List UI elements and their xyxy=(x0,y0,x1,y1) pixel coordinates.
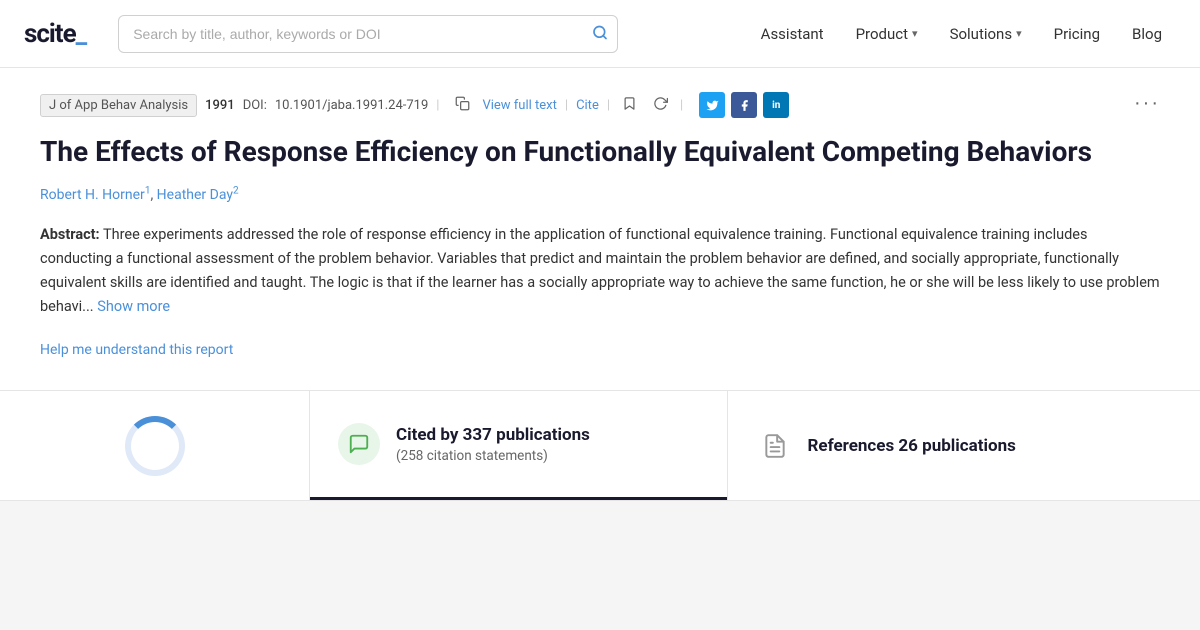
more-options-button[interactable]: ··· xyxy=(1134,92,1160,115)
author-1-link[interactable]: Robert H. Horner1 xyxy=(40,187,150,203)
references-panel[interactable]: References 26 publications xyxy=(728,391,1200,500)
bookmark-icon[interactable] xyxy=(618,94,641,116)
loading-panel xyxy=(0,391,310,500)
nav-item-product[interactable]: Product ▾ xyxy=(842,17,932,51)
nav-links: Assistant Product ▾ Solutions ▾ Pricing … xyxy=(747,17,1176,51)
document-icon xyxy=(756,427,794,465)
cited-content: Cited by 337 publications (258 citation … xyxy=(310,391,727,497)
references-title: References 26 publications xyxy=(808,436,1016,456)
chat-icon-circle xyxy=(338,423,380,465)
product-chevron-icon: ▾ xyxy=(912,27,918,40)
cite-link[interactable]: Cite xyxy=(576,98,599,113)
social-icons: in xyxy=(699,92,789,118)
doi-label: DOI: xyxy=(243,98,267,113)
paper-title: The Effects of Response Efficiency on Fu… xyxy=(40,134,1160,170)
show-more-link[interactable]: Show more xyxy=(97,298,170,315)
abstract: Abstract: Three experiments addressed th… xyxy=(40,223,1160,319)
author-2-link[interactable]: Heather Day2 xyxy=(157,187,239,203)
chat-icon xyxy=(348,433,370,455)
twitter-share-button[interactable] xyxy=(699,92,725,118)
year: 1991 xyxy=(205,98,235,113)
abstract-label: Abstract: xyxy=(40,226,100,243)
doi-value: 10.1901/jaba.1991.24-719 xyxy=(275,98,428,113)
search-input[interactable] xyxy=(118,15,618,53)
nav-item-solutions[interactable]: Solutions ▾ xyxy=(936,17,1036,51)
authors: Robert H. Horner1, Heather Day2 xyxy=(40,184,1160,203)
linkedin-share-button[interactable]: in xyxy=(763,92,789,118)
separator-4: | xyxy=(680,98,683,113)
solutions-chevron-icon: ▾ xyxy=(1016,27,1022,40)
nav-item-assistant[interactable]: Assistant xyxy=(747,17,838,51)
separator-1: | xyxy=(436,98,439,113)
citation-statements: (258 citation statements) xyxy=(396,448,590,464)
help-link[interactable]: Help me understand this report xyxy=(40,342,233,358)
loading-spinner xyxy=(125,416,185,476)
copy-icon[interactable] xyxy=(451,94,474,116)
cited-by-panel[interactable]: Cited by 337 publications (258 citation … xyxy=(310,391,728,500)
facebook-share-button[interactable] xyxy=(731,92,757,118)
view-full-text-link[interactable]: View full text xyxy=(482,98,556,113)
cited-text-block: Cited by 337 publications (258 citation … xyxy=(396,424,590,464)
main-content: ··· J of App Behav Analysis 1991 DOI: 10… xyxy=(0,68,1200,501)
meta-icons xyxy=(451,94,474,116)
search-button[interactable] xyxy=(592,24,608,43)
separator-2: | xyxy=(565,98,568,113)
separator-3: | xyxy=(607,98,610,113)
logo[interactable]: scite_ xyxy=(24,19,86,49)
cited-by-title: Cited by 337 publications xyxy=(396,424,590,446)
refresh-icon[interactable] xyxy=(649,94,672,116)
author-2-sup: 2 xyxy=(233,186,239,197)
cited-underline xyxy=(310,497,727,500)
navbar: scite_ Assistant Product ▾ Solutions ▾ P… xyxy=(0,0,1200,68)
journal-tag: J of App Behav Analysis xyxy=(40,94,197,117)
search-bar-container xyxy=(118,15,618,53)
nav-item-pricing[interactable]: Pricing xyxy=(1040,17,1114,51)
nav-item-blog[interactable]: Blog xyxy=(1118,17,1176,51)
bottom-section: Cited by 337 publications (258 citation … xyxy=(0,390,1200,500)
paper-card: ··· J of App Behav Analysis 1991 DOI: 10… xyxy=(0,68,1200,390)
abstract-text: Three experiments addressed the role of … xyxy=(40,226,1160,315)
meta-row: J of App Behav Analysis 1991 DOI: 10.190… xyxy=(40,92,1160,118)
